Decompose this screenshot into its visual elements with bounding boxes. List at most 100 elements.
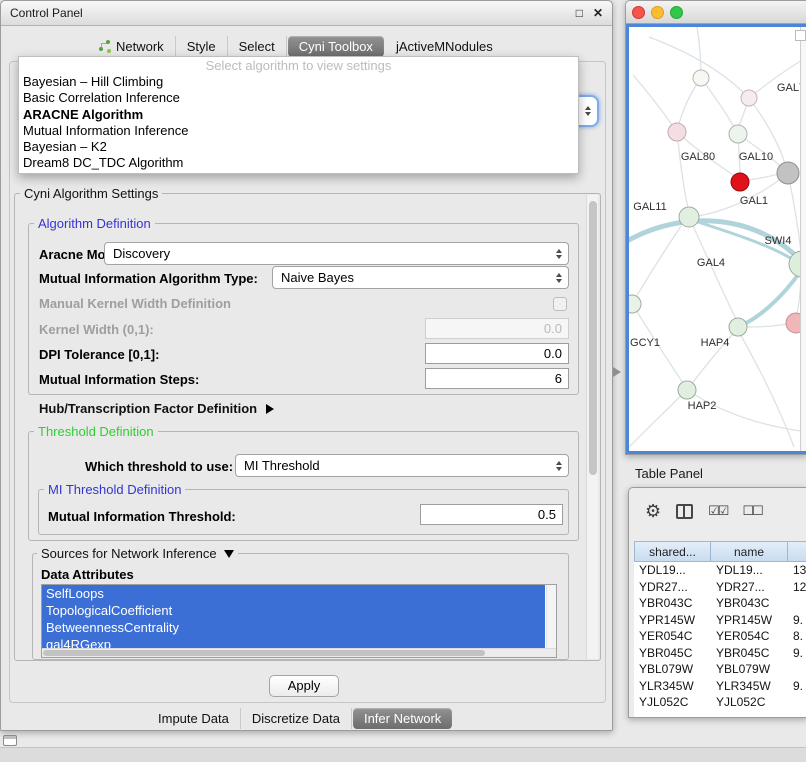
network-node-label: GAL4	[697, 257, 725, 269]
table-row[interactable]: YBR045CYBR045C9.	[634, 645, 806, 662]
cyni-bottom-tabs: Impute Data Discretize Data Infer Network	[147, 708, 453, 729]
data-attributes-list[interactable]: SelfLoopsTopologicalCoefficientBetweenne…	[41, 584, 557, 658]
network-node[interactable]	[729, 318, 747, 336]
network-node[interactable]	[668, 123, 686, 141]
kernel-width-label: Kernel Width (0,1):	[39, 322, 154, 337]
network-canvas[interactable]: GAL7GAL80GAL10GAL11GAL1SWI4GAL4GCY1HAP4Y…	[626, 24, 806, 454]
network-node-label: HAP2	[688, 400, 717, 412]
zoom-window-icon[interactable]	[670, 6, 683, 19]
algorithm-option[interactable]: Bayesian – K2	[19, 139, 578, 155]
tab-impute-data[interactable]: Impute Data	[147, 708, 241, 729]
threshold-definition-title: Threshold Definition	[34, 425, 158, 438]
network-scrollbar[interactable]	[800, 27, 806, 451]
network-window-titlebar[interactable]	[626, 1, 806, 24]
table-cell: YBR045C	[634, 646, 711, 660]
table-row[interactable]: YLR345WYLR345W9.	[634, 678, 806, 695]
float-window-icon[interactable]: □	[576, 6, 583, 20]
dpi-tolerance-field[interactable]: 0.0	[425, 343, 569, 364]
network-node[interactable]	[629, 295, 641, 313]
table-cell: YBR043C	[711, 596, 788, 610]
network-node[interactable]	[679, 207, 699, 227]
close-window-icon[interactable]	[632, 6, 645, 19]
tab-infer-network[interactable]: Infer Network	[353, 708, 452, 729]
table-row[interactable]: YJL052CYJL052C	[634, 694, 806, 711]
tab-jactivemnodules[interactable]: jActiveMNodules	[385, 36, 504, 57]
tab-select[interactable]: Select	[228, 36, 287, 57]
tab-style[interactable]: Style	[176, 36, 228, 57]
table-row[interactable]: YBR043CYBR043C	[634, 595, 806, 612]
table-cell: YJL052C	[634, 695, 711, 709]
column-header[interactable]: shared...	[634, 541, 711, 562]
network-node[interactable]	[741, 90, 757, 106]
column-header[interactable]: name	[711, 541, 788, 562]
kernel-width-value: 0.0	[544, 321, 562, 336]
scrollbar-thumb[interactable]	[589, 201, 597, 475]
algorithm-option[interactable]: Dream8 DC_TDC Algorithm	[19, 155, 578, 171]
gear-icon[interactable]: ⚙	[645, 502, 661, 520]
minimized-window-icon[interactable]	[3, 735, 17, 746]
algorithm-option[interactable]: Bayesian – Hill Climbing	[19, 74, 578, 90]
attribute-item[interactable]: TopologicalCoefficient	[42, 602, 545, 619]
network-node[interactable]	[731, 173, 749, 191]
kernel-width-field: 0.0	[425, 318, 569, 339]
aracne-mode-combobox[interactable]: Discovery	[104, 242, 569, 265]
attributes-vertical-scrollbar[interactable]	[546, 585, 556, 648]
deselect-all-columns-icon[interactable]: ☐☐	[742, 503, 761, 519]
attribute-item[interactable]: BetweennessCentrality	[42, 619, 545, 636]
table-row[interactable]: YBL079WYBL079W	[634, 661, 806, 678]
mi-steps-value: 6	[555, 371, 562, 386]
birdseye-button[interactable]	[795, 30, 806, 41]
network-node-label: GAL10	[739, 151, 773, 163]
mi-threshold-field[interactable]: 0.5	[420, 504, 563, 525]
network-view-window: GAL7GAL80GAL10GAL11GAL1SWI4GAL4GCY1HAP4Y…	[625, 0, 806, 455]
tab-jactivemnodules-label: jActiveMNodules	[396, 39, 493, 54]
mi-steps-field[interactable]: 6	[425, 368, 569, 389]
manual-kernel-label: Manual Kernel Width Definition	[39, 296, 231, 311]
hub-definition-toggle[interactable]: Hub/Transcription Factor Definition	[39, 401, 274, 416]
columns-icon[interactable]	[676, 504, 693, 519]
attribute-item[interactable]: SelfLoops	[42, 585, 545, 602]
table-row[interactable]: YER054CYER054C8.	[634, 628, 806, 645]
manual-kernel-checkbox[interactable]	[553, 297, 567, 311]
network-node[interactable]	[729, 125, 747, 143]
combo-arrows-icon	[556, 273, 562, 283]
close-window-icon[interactable]: ✕	[593, 6, 603, 20]
mi-type-label: Mutual Information Algorithm Type:	[39, 271, 258, 286]
algorithm-dropdown-placeholder: Select algorithm to view settings	[19, 57, 578, 74]
mi-type-combobox[interactable]: Naive Bayes	[272, 266, 569, 289]
tab-cyni-toolbox[interactable]: Cyni Toolbox	[288, 36, 384, 57]
which-threshold-combobox[interactable]: MI Threshold	[235, 454, 569, 477]
network-icon	[98, 40, 111, 52]
network-node-label: SWI4	[765, 235, 792, 247]
tab-infer-network-label: Infer Network	[364, 711, 441, 726]
tab-network[interactable]: Network	[87, 36, 176, 57]
network-node[interactable]	[678, 381, 696, 399]
tab-impute-data-label: Impute Data	[158, 711, 229, 726]
table-cell: YDR27...	[634, 580, 711, 594]
table-row[interactable]: YDL19...YDL19...13	[634, 562, 806, 579]
table-cell: 9.	[788, 646, 806, 660]
table-row[interactable]: YPR145WYPR145W9.	[634, 612, 806, 629]
panel-splitter-handle[interactable]	[613, 367, 621, 377]
table-cell: 9.	[788, 679, 806, 693]
column-header[interactable]	[788, 541, 806, 562]
tab-discretize-data-label: Discretize Data	[252, 711, 340, 726]
minimize-window-icon[interactable]	[651, 6, 664, 19]
table-row[interactable]: YDR27...YDR27...12	[634, 579, 806, 596]
table-cell: YBR043C	[634, 596, 711, 610]
control-panel-titlebar[interactable]: Control Panel □ ✕	[1, 1, 612, 26]
algorithm-option[interactable]: Mutual Information Inference	[19, 123, 578, 139]
algorithm-option[interactable]: Basic Correlation Inference	[19, 90, 578, 106]
apply-button[interactable]: Apply	[269, 675, 339, 697]
select-all-columns-icon[interactable]: ☑☑	[708, 503, 727, 519]
sources-toggle[interactable]: Sources for Network Inference	[37, 546, 238, 561]
tab-discretize-data[interactable]: Discretize Data	[241, 708, 352, 729]
network-node[interactable]	[693, 70, 709, 86]
table-cell: 8.	[788, 629, 806, 643]
settings-scrollbar[interactable]	[586, 195, 598, 659]
algorithm-option[interactable]: ARACNE Algorithm	[19, 107, 578, 123]
attributes-horizontal-scrollbar[interactable]	[42, 648, 556, 657]
table-cell: YLR345W	[634, 679, 711, 693]
table-cell: 9.	[788, 613, 806, 627]
network-node[interactable]	[777, 162, 799, 184]
